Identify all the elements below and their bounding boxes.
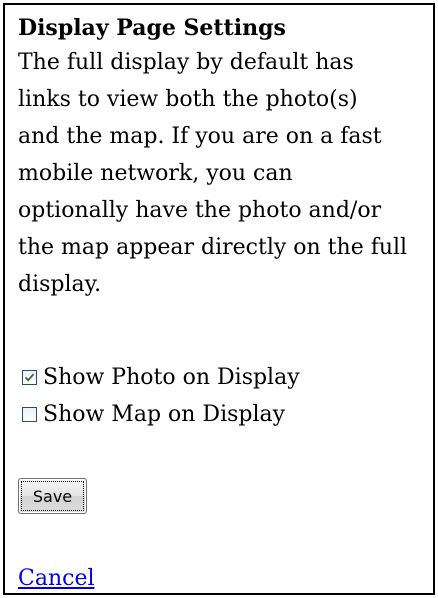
settings-panel: Display Page Settings The full display b… (3, 3, 435, 595)
show-map-option[interactable]: Show Map on Display (22, 399, 285, 429)
description-line: and the map. If you are on a fast (18, 124, 382, 149)
show-map-label[interactable]: Show Map on Display (43, 402, 285, 427)
description-line: mobile network, you can (18, 161, 293, 186)
settings-description: The full display by default has links to… (18, 44, 420, 303)
checkmark-icon (24, 373, 35, 382)
description-line: The full display by default has (18, 50, 354, 75)
show-map-checkbox[interactable] (22, 406, 37, 422)
show-photo-label[interactable]: Show Photo on Display (43, 365, 300, 390)
cancel-link[interactable]: Cancel (18, 566, 95, 592)
description-line: optionally have the photo and/or (18, 198, 382, 223)
show-photo-checkbox[interactable] (22, 369, 37, 385)
show-photo-option[interactable]: Show Photo on Display (22, 362, 300, 392)
description-line: links to view both the photo(s) (18, 87, 358, 112)
description-line: the map appear directly on the full (18, 235, 408, 260)
save-button[interactable]: Save (18, 478, 87, 514)
description-line: display. (18, 272, 102, 297)
page-title: Display Page Settings (18, 15, 286, 41)
